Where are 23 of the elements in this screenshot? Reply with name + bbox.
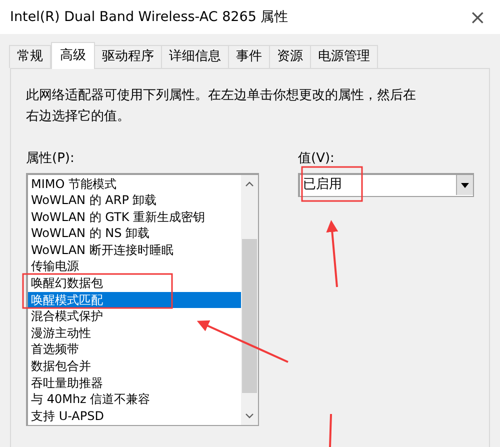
property-item[interactable]: 唤醒幻数据包 xyxy=(28,275,241,292)
property-item[interactable]: 混合模式保护 xyxy=(28,308,241,325)
property-item[interactable]: WoWLAN 的 ARP 卸载 xyxy=(28,192,241,209)
property-item[interactable]: 传输电源 xyxy=(28,258,241,276)
close-button[interactable]: × xyxy=(469,7,486,27)
tab[interactable]: 高级 xyxy=(51,42,95,69)
property-item[interactable]: MIMO 节能模式 xyxy=(28,176,241,192)
property-item[interactable]: 唤醒模式匹配 xyxy=(28,292,241,308)
property-item[interactable]: 漫游主动性 xyxy=(28,324,241,342)
property-item[interactable]: 数据包合并 xyxy=(28,358,241,375)
property-item[interactable]: 支持 U-APSD xyxy=(28,408,241,424)
property-item[interactable]: WoWLAN 的 NS 卸载 xyxy=(28,225,241,242)
property-item[interactable]: WoWLAN 断开连接时睡眠 xyxy=(28,242,241,258)
value-label: 值(V): xyxy=(298,150,336,168)
property-item[interactable]: WoWLAN 的 GTK 重新生成密钥 xyxy=(28,208,241,226)
property-item[interactable]: 首选频带 xyxy=(28,341,241,358)
dropdown-value: 已启用 xyxy=(303,176,342,194)
property-item[interactable]: 与 40Mhz 信道不兼容 xyxy=(28,391,241,408)
value-dropdown[interactable]: 已启用 xyxy=(298,172,474,196)
window-title: Intel(R) Dual Band Wireless-AC 8265 属性 xyxy=(10,8,289,27)
description-text: 此网络适配器可使用下列属性。在左边单击你想更改的属性，然后在右边选择它的值。 xyxy=(26,88,416,124)
property-item[interactable]: 吞吐量助推器 xyxy=(28,374,241,392)
property-label: 属性(P): xyxy=(26,150,76,168)
